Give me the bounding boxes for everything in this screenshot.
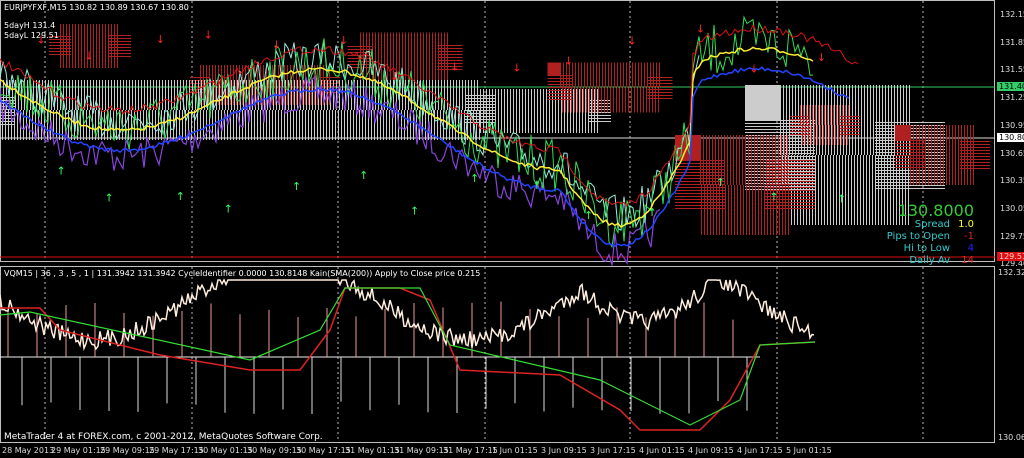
time-tick: 29 May 09:15 — [100, 446, 155, 455]
info-value: -1 — [964, 231, 974, 242]
up-arrow-icon: ↑ — [292, 180, 301, 193]
down-arrow-icon: ↓ — [627, 35, 636, 48]
info-label: Daily Av — [909, 255, 950, 266]
up-arrow-icon: ↑ — [470, 172, 479, 185]
time-tick: 29 May 01:15 — [51, 446, 106, 455]
price-tick: 132.15 — [1000, 10, 1024, 19]
high-price-tag: 131.40 — [997, 82, 1024, 91]
time-tick: 3 Jun 09:15 — [541, 446, 587, 455]
time-tick: 30 May 01:15 — [198, 446, 253, 455]
down-arrow-icon: ↓ — [339, 34, 348, 47]
price-tick: 130.95 — [1000, 120, 1024, 130]
time-tick: 1 Jun 01:15 — [492, 446, 538, 455]
price-tick: 131.85 — [1000, 37, 1024, 47]
info-value: 14 — [961, 255, 974, 266]
down-arrow-icon: ↓ — [272, 38, 281, 51]
down-arrow-icon: ↓ — [390, 70, 399, 83]
five-day-high: 5dayH 131.4 — [4, 21, 56, 30]
time-tick: 31 May 01:15 — [345, 446, 400, 455]
up-arrow-icon: ↑ — [359, 169, 368, 182]
indicator-axis-bottom: 130.063 — [998, 433, 1024, 442]
up-arrow-icon: ↑ — [647, 206, 656, 219]
low-price-tag: 129.51 — [997, 252, 1024, 261]
down-arrow-icon: ↓ — [749, 62, 758, 75]
info-label: Hi to Low — [903, 243, 950, 254]
info-value: 4 — [967, 243, 974, 254]
current-price-tag: 130.80 — [997, 133, 1024, 142]
time-tick: 30 May 17:15 — [296, 446, 351, 455]
time-tick: 4 Jun 17:15 — [737, 446, 783, 455]
down-arrow-icon: ↓ — [204, 29, 213, 42]
info-value: 1.0 — [958, 219, 974, 230]
up-arrow-icon: ↑ — [57, 164, 66, 177]
up-arrow-icon: ↑ — [176, 190, 185, 203]
price-tick: 130.65 — [1000, 148, 1024, 158]
red-signal-line — [0, 287, 816, 431]
time-tick: 4 Jun 01:15 — [639, 446, 685, 455]
copyright-footer: MetaTrader 4 at FOREX.com, c 2001-2012, … — [4, 432, 323, 442]
price-tick: 131.25 — [1000, 93, 1024, 103]
symbol-ohlc: EURJPYFXF,M15 130.82 130.89 130.67 130.8… — [4, 3, 189, 12]
time-tick: 31 May 09:15 — [394, 446, 449, 455]
indicator-axis-top: 132.324 — [998, 268, 1024, 277]
up-arrow-icon: ↑ — [410, 204, 419, 217]
up-arrow-icon: ↑ — [837, 193, 846, 206]
time-tick: 4 Jun 09:15 — [688, 446, 734, 455]
time-tick: 31 May 17:15 — [443, 446, 498, 455]
time-tick: 30 May 09:15 — [247, 446, 302, 455]
up-arrow-icon: ↑ — [532, 179, 541, 192]
up-arrow-icon: ↑ — [105, 191, 114, 204]
price-tick: 129.75 — [1000, 231, 1024, 241]
down-arrow-icon: ↓ — [512, 62, 521, 75]
down-arrow-icon: ↓ — [696, 23, 705, 36]
down-arrow-icon: ↓ — [564, 54, 573, 67]
time-tick: 5 Jun 01:15 — [786, 446, 832, 455]
indicator-label: VQM15 | 36 , 3 , 5 , 1 | 131.3942 131.39… — [4, 269, 481, 278]
down-arrow-icon: ↓ — [156, 33, 165, 46]
down-arrow-icon: ↓ — [817, 51, 826, 64]
time-tick: 3 Jun 17:15 — [590, 446, 636, 455]
chart-plot: ↓↑↓↑↓↑↓↑↓↑↓↑↓↑↓↑↓↑↓↑↓↑↓↑↓↑↓↑ — [0, 1, 995, 442]
up-arrow-icon: ↑ — [224, 202, 233, 215]
price-tick: 130.35 — [1000, 176, 1024, 186]
current-price-display: 130.8000 — [897, 201, 974, 220]
up-arrow-icon: ↑ — [716, 176, 725, 189]
price-tick: 130.05 — [1000, 203, 1024, 213]
down-arrow-icon: ↓ — [85, 50, 94, 63]
ichimoku-cloud — [469, 89, 611, 133]
price-tick: 131.55 — [1000, 65, 1024, 75]
ichimoku-cloud — [547, 62, 673, 113]
down-arrow-icon: ↓ — [450, 61, 459, 74]
info-label: Spread — [914, 219, 950, 230]
up-arrow-icon: ↑ — [584, 209, 593, 222]
up-arrow-icon: ↑ — [769, 190, 778, 203]
time-tick: 28 May 2013 — [2, 446, 55, 455]
five-day-low: 5dayL 129.51 — [4, 31, 59, 40]
time-tick: 29 May 17:15 — [149, 446, 204, 455]
info-label: Pips to Open — [886, 231, 950, 242]
